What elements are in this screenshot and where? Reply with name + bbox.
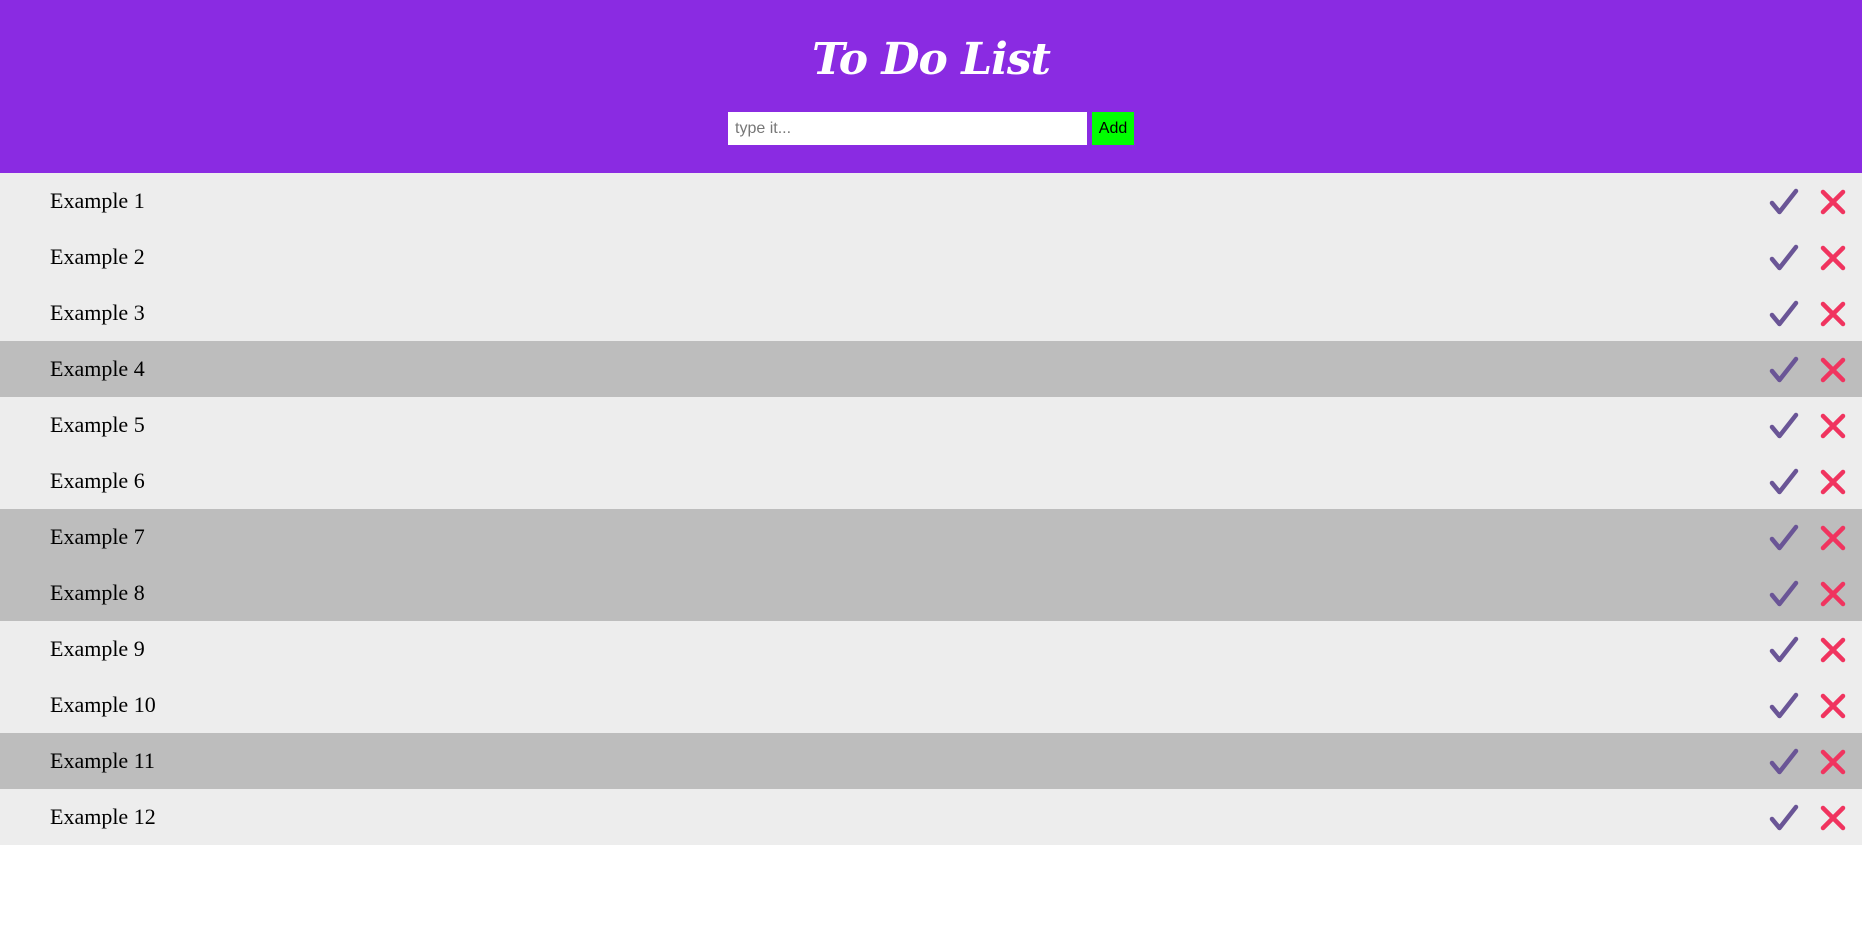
close-icon[interactable] bbox=[1818, 747, 1848, 777]
task-item: Example 5 bbox=[0, 397, 1862, 453]
close-icon[interactable] bbox=[1818, 579, 1848, 609]
add-button[interactable]: Add bbox=[1092, 112, 1134, 145]
check-icon[interactable] bbox=[1769, 411, 1799, 441]
task-text: Example 6 bbox=[50, 468, 145, 493]
task-text: Example 5 bbox=[50, 412, 145, 437]
close-icon[interactable] bbox=[1818, 243, 1848, 273]
close-icon[interactable] bbox=[1818, 635, 1848, 665]
task-input[interactable] bbox=[728, 112, 1087, 145]
check-icon[interactable] bbox=[1769, 187, 1799, 217]
task-item: Example 4 bbox=[0, 341, 1862, 397]
task-text: Example 12 bbox=[50, 804, 156, 829]
close-icon[interactable] bbox=[1818, 467, 1848, 497]
check-icon[interactable] bbox=[1769, 747, 1799, 777]
task-item: Example 6 bbox=[0, 453, 1862, 509]
check-icon[interactable] bbox=[1769, 299, 1799, 329]
task-list: Example 1 Example 2 Example 3 Example 4 Exam… bbox=[0, 173, 1862, 845]
check-icon[interactable] bbox=[1769, 243, 1799, 273]
close-icon[interactable] bbox=[1818, 803, 1848, 833]
add-task-form: Add bbox=[728, 112, 1134, 145]
check-icon[interactable] bbox=[1769, 523, 1799, 553]
task-text: Example 1 bbox=[50, 188, 145, 213]
check-icon[interactable] bbox=[1769, 635, 1799, 665]
task-text: Example 9 bbox=[50, 636, 145, 661]
task-text: Example 7 bbox=[50, 524, 145, 549]
task-item: Example 2 bbox=[0, 229, 1862, 285]
check-icon[interactable] bbox=[1769, 579, 1799, 609]
task-item: Example 12 bbox=[0, 789, 1862, 845]
header: To Do List Add bbox=[0, 0, 1862, 173]
task-item: Example 8 bbox=[0, 565, 1862, 621]
task-text: Example 8 bbox=[50, 580, 145, 605]
close-icon[interactable] bbox=[1818, 411, 1848, 441]
close-icon[interactable] bbox=[1818, 523, 1848, 553]
task-item: Example 1 bbox=[0, 173, 1862, 229]
check-icon[interactable] bbox=[1769, 691, 1799, 721]
task-text: Example 2 bbox=[50, 244, 145, 269]
task-item: Example 3 bbox=[0, 285, 1862, 341]
close-icon[interactable] bbox=[1818, 187, 1848, 217]
check-icon[interactable] bbox=[1769, 803, 1799, 833]
close-icon[interactable] bbox=[1818, 691, 1848, 721]
task-item: Example 9 bbox=[0, 621, 1862, 677]
task-text: Example 4 bbox=[50, 356, 145, 381]
close-icon[interactable] bbox=[1818, 299, 1848, 329]
task-item: Example 7 bbox=[0, 509, 1862, 565]
page-title: To Do List bbox=[812, 34, 1051, 85]
task-text: Example 3 bbox=[50, 300, 145, 325]
check-icon[interactable] bbox=[1769, 355, 1799, 385]
task-text: Example 10 bbox=[50, 692, 156, 717]
close-icon[interactable] bbox=[1818, 355, 1848, 385]
task-text: Example 11 bbox=[50, 748, 155, 773]
task-item: Example 10 bbox=[0, 677, 1862, 733]
check-icon[interactable] bbox=[1769, 467, 1799, 497]
task-item: Example 11 bbox=[0, 733, 1862, 789]
